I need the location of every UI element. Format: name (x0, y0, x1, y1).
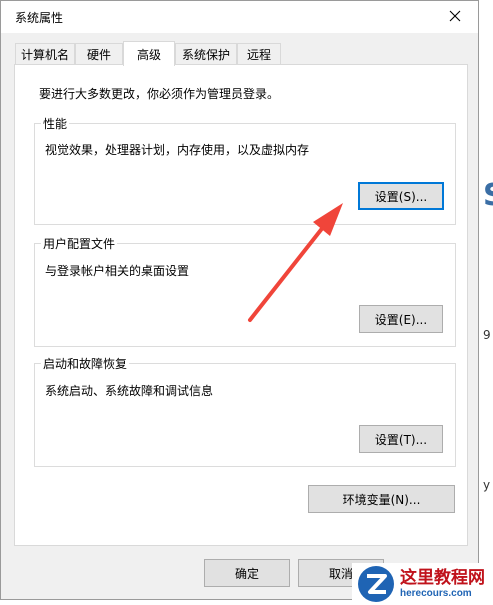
tab-advanced[interactable]: 高级 (123, 41, 175, 66)
watermark-logo-icon (358, 566, 394, 602)
annotation-arrow-icon (248, 203, 343, 322)
watermark-title: 这里教程网 (400, 568, 485, 588)
watermark-url: herecours.com (400, 587, 472, 599)
site-watermark: 这里教程网 herecours.com (352, 563, 493, 605)
